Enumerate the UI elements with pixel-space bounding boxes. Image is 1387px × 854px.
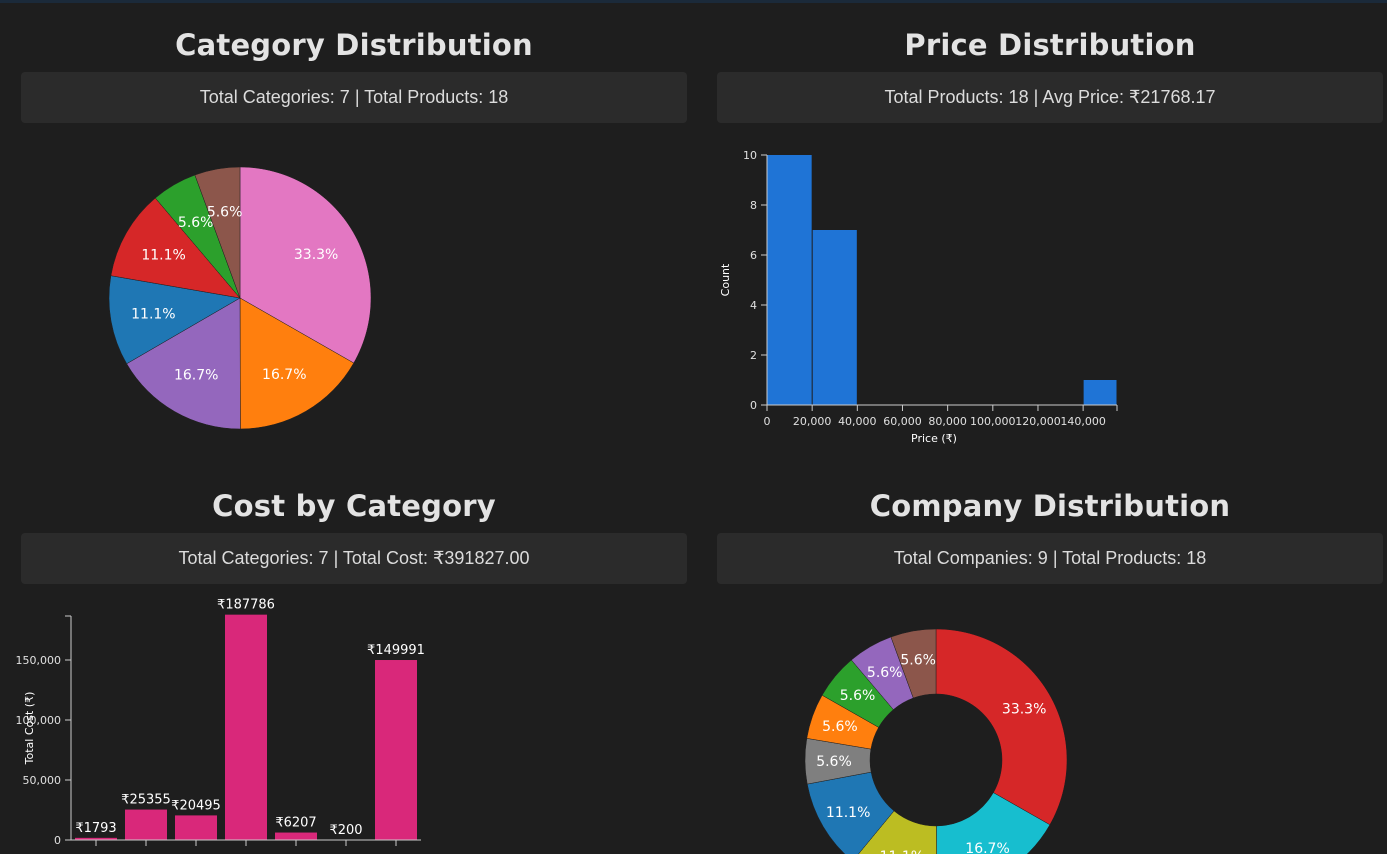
company-slice <box>935 628 1068 826</box>
company-slice-label: 33.3% <box>1002 702 1046 718</box>
company-slice-label: 11.1% <box>880 849 924 854</box>
company-donut-chart: 33.3%16.7%11.1%11.1%5.6%5.6%5.6%5.6%5.6% <box>804 628 1068 854</box>
company-slice-label: 5.6% <box>900 653 936 669</box>
company-slice-label: 16.7% <box>965 841 1009 854</box>
company-slice-label: 5.6% <box>816 754 852 770</box>
company-slice-label: 5.6% <box>840 688 876 704</box>
company-slice-label: 11.1% <box>826 805 870 821</box>
company-slice-label: 5.6% <box>867 665 903 681</box>
company-slice-label: 5.6% <box>822 719 858 735</box>
